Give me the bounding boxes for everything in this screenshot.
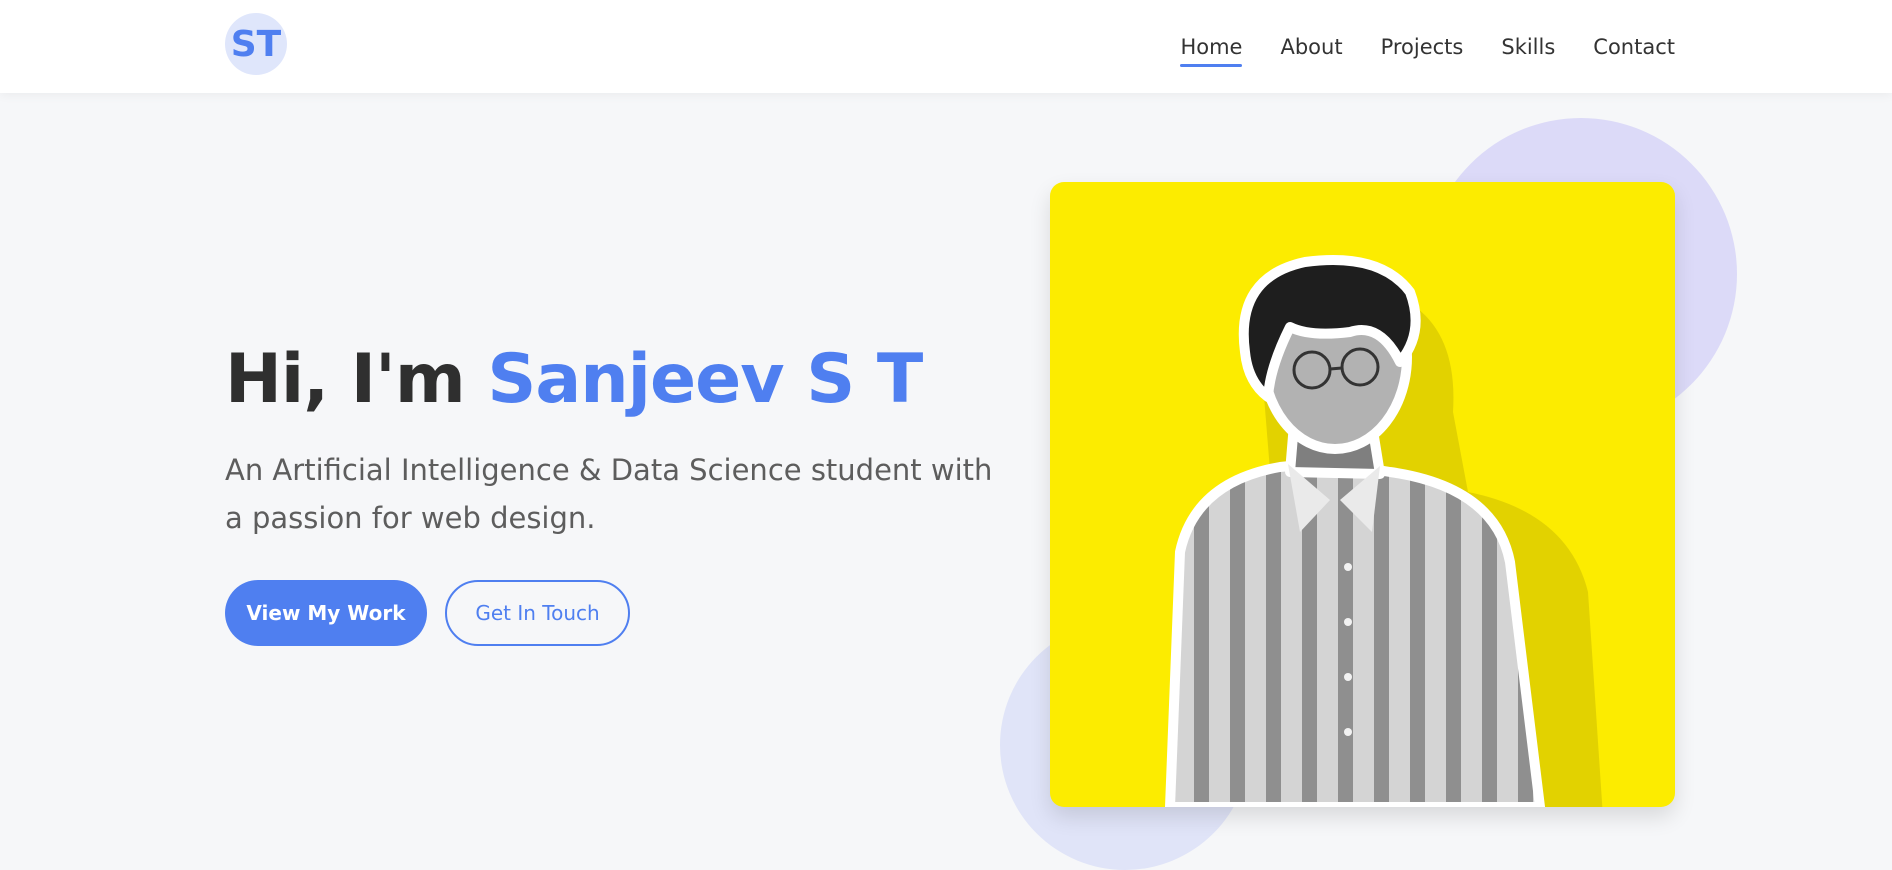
site-header: ST Home About Projects Skills Contact	[0, 0, 1892, 93]
nav-item-contact[interactable]: Contact	[1593, 27, 1675, 67]
hero-subtitle: An Artificial Intelligence & Data Scienc…	[225, 453, 993, 535]
view-my-work-button[interactable]: View My Work	[225, 580, 427, 646]
hero-section: Hi, I'm Sanjeev S T An Artificial Intell…	[225, 340, 1005, 646]
hero-name: Sanjeev S T	[487, 340, 923, 419]
hero-greeting: Hi, I'm	[225, 340, 488, 419]
nav-item-home[interactable]: Home	[1180, 27, 1243, 67]
nav-item-projects[interactable]: Projects	[1381, 27, 1464, 67]
nav-item-skills[interactable]: Skills	[1501, 27, 1555, 67]
get-in-touch-button[interactable]: Get In Touch	[445, 580, 630, 646]
hero-buttons: View My Work Get In Touch	[225, 580, 1005, 646]
nav-item-about[interactable]: About	[1280, 27, 1342, 67]
portrait-image	[1050, 182, 1675, 807]
hero-title: Hi, I'm Sanjeev S T	[225, 340, 1005, 420]
main-nav: Home About Projects Skills Contact	[1180, 0, 1675, 93]
logo[interactable]: ST	[225, 13, 287, 75]
person-photo-icon	[1165, 255, 1603, 807]
